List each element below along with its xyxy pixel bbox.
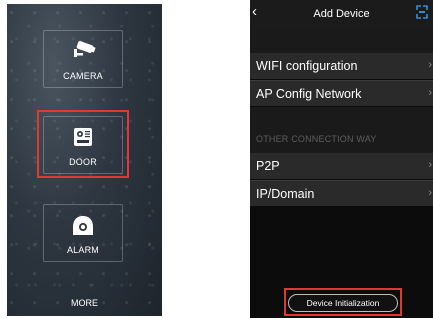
more-button[interactable]: MORE bbox=[7, 298, 162, 308]
alarm-icon bbox=[71, 215, 95, 239]
add-device-screen: ‹ Add Device WIFI configuration › AP Con… bbox=[250, 0, 433, 318]
chevron-right-icon: › bbox=[428, 187, 432, 199]
page-title: Add Device bbox=[313, 8, 370, 20]
device-initialization-button[interactable]: Device Initialization bbox=[288, 294, 398, 312]
security-camera-icon bbox=[67, 41, 99, 63]
section-heading: OTHER CONNECTION WAY bbox=[256, 134, 377, 144]
list-item-wifi-configuration[interactable]: WIFI configuration › bbox=[250, 53, 433, 79]
list-item-ap-config-network[interactable]: AP Config Network › bbox=[250, 80, 433, 106]
ap-config-network-label: AP Config Network bbox=[256, 86, 362, 101]
ip-domain-label: IP/Domain bbox=[256, 186, 315, 201]
wifi-configuration-label: WIFI configuration bbox=[256, 59, 358, 73]
list-item-p2p[interactable]: P2P › bbox=[250, 153, 433, 179]
header-bar: ‹ Add Device bbox=[250, 0, 433, 26]
scan-icon[interactable] bbox=[416, 5, 428, 24]
chevron-right-icon: › bbox=[428, 87, 432, 99]
door-highlight-box bbox=[37, 110, 129, 178]
camera-label: CAMERA bbox=[63, 71, 103, 81]
chevron-right-icon: › bbox=[428, 159, 432, 171]
list-item-ip-domain[interactable]: IP/Domain › bbox=[250, 180, 433, 206]
device-type-screen: CAMERA DOOR ALARM MORE bbox=[7, 4, 162, 316]
section-gap bbox=[250, 107, 433, 153]
p2p-label: P2P bbox=[256, 159, 280, 173]
camera-tile[interactable]: CAMERA bbox=[43, 30, 123, 88]
header-gap bbox=[250, 26, 433, 53]
chevron-right-icon: › bbox=[428, 59, 432, 71]
alarm-tile[interactable]: ALARM bbox=[43, 204, 123, 262]
alarm-label: ALARM bbox=[66, 245, 99, 255]
